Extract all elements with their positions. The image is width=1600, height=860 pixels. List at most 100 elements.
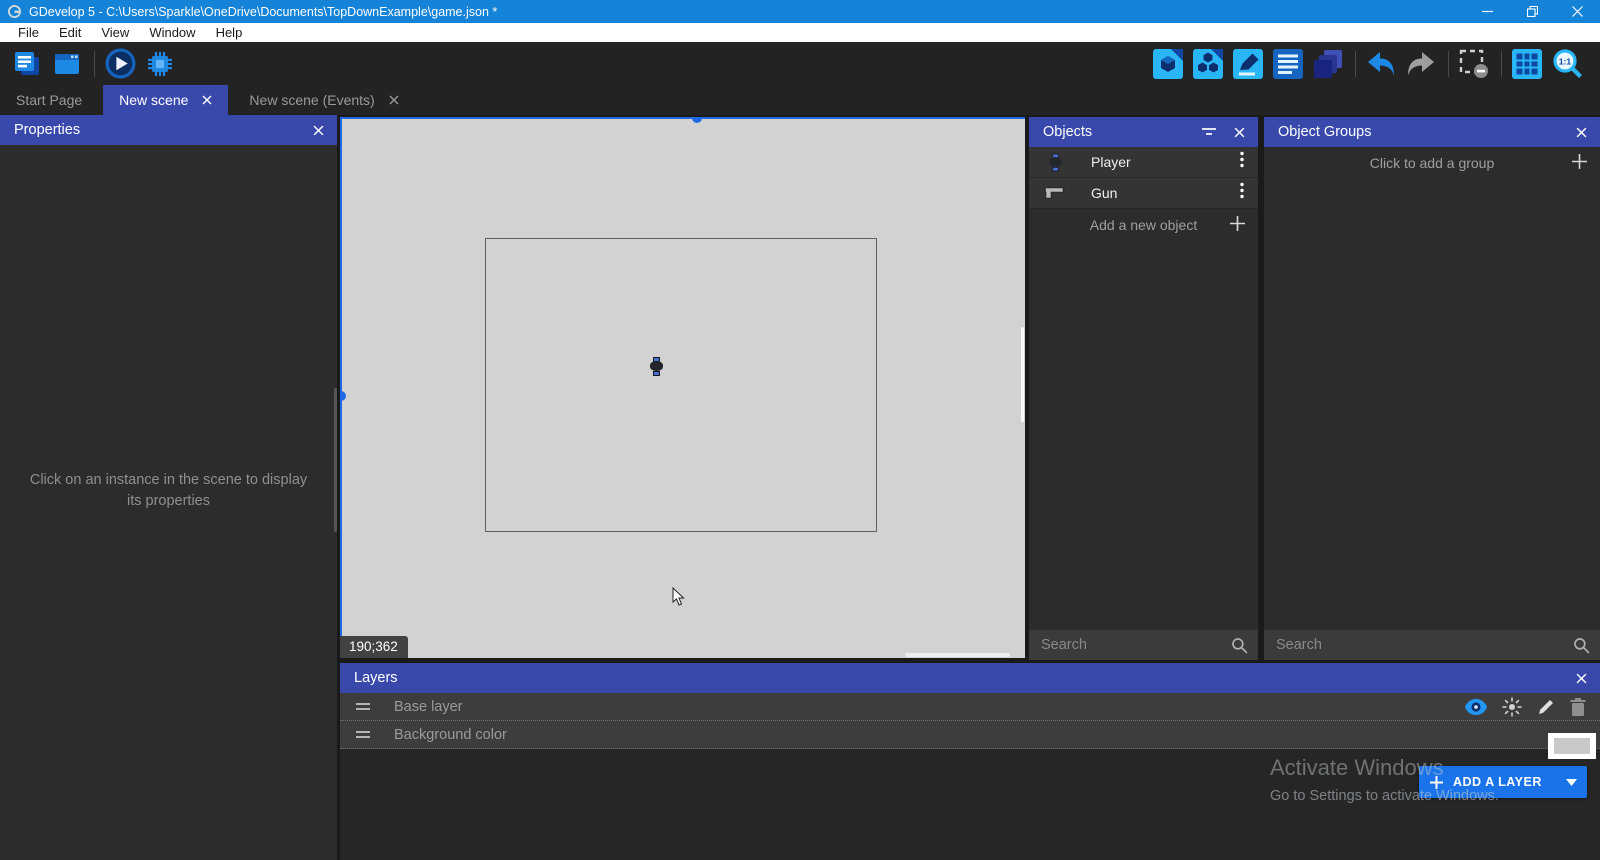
layer-name: Background color: [394, 727, 507, 743]
plus-icon: [1572, 154, 1587, 172]
tab-new-scene-events[interactable]: New scene (Events): [233, 85, 414, 115]
properties-empty-message: Click on an instance in the scene to dis…: [0, 470, 337, 512]
plus-icon: [1230, 216, 1245, 234]
edit-scene-icon[interactable]: [1231, 47, 1265, 81]
menu-file[interactable]: File: [8, 23, 49, 42]
layer-row-background-color[interactable]: Background color: [340, 721, 1600, 749]
menu-view[interactable]: View: [91, 23, 139, 42]
properties-scrollbar[interactable]: [334, 388, 337, 532]
drag-handle-icon[interactable]: [354, 700, 372, 713]
object-menu-icon[interactable]: [1234, 181, 1250, 206]
toolbar-separator: [1355, 51, 1356, 77]
add-layer-button[interactable]: ADD A LAYER: [1419, 766, 1587, 798]
canvas-vertical-scrollbar[interactable]: [1021, 327, 1024, 422]
gdevelop-window: { "window": { "title": "GDevelop 5 - C:\…: [0, 0, 1600, 860]
objects-header: Objects: [1029, 117, 1258, 147]
effects-icon[interactable]: [1502, 697, 1522, 717]
groups-search-input[interactable]: [1264, 637, 1573, 653]
player-sprite-part: [650, 361, 663, 371]
groups-search-bar: [1264, 630, 1600, 660]
scene-rectangle-outline: [485, 238, 877, 532]
layer-row-base[interactable]: Base layer: [340, 693, 1600, 721]
objects-title: Objects: [1043, 124, 1092, 140]
tab-start-page[interactable]: Start Page: [0, 85, 98, 115]
toolbar: 1:1: [0, 42, 1600, 85]
objects-search-input[interactable]: [1029, 637, 1231, 653]
close-button[interactable]: [1555, 0, 1600, 23]
tab-new-scene[interactable]: New scene: [103, 85, 228, 115]
object-groups-header: Object Groups: [1264, 117, 1600, 147]
menu-edit[interactable]: Edit: [49, 23, 91, 42]
player-instance[interactable]: [650, 357, 663, 376]
game-border-handle-left[interactable]: [340, 391, 346, 401]
game-border-handle-top[interactable]: [692, 117, 702, 123]
preview-play-icon[interactable]: [103, 47, 137, 81]
background-color-swatch[interactable]: [1548, 733, 1596, 759]
close-icon[interactable]: [1576, 127, 1587, 138]
toolbar-separator: [94, 51, 95, 77]
restore-button[interactable]: [1510, 0, 1555, 23]
game-window-border-left: [340, 117, 342, 658]
game-window-border-top: [340, 117, 1025, 119]
deselect-icon[interactable]: [1457, 47, 1491, 81]
instances-list-icon[interactable]: [1271, 47, 1305, 81]
object-row-player[interactable]: Player: [1029, 147, 1258, 178]
search-icon: [1573, 637, 1590, 654]
edit-pencil-icon[interactable]: [1537, 698, 1555, 716]
object-name: Gun: [1091, 185, 1117, 201]
layers-title: Layers: [354, 670, 398, 686]
filter-icon[interactable]: [1202, 127, 1216, 137]
object-row-gun[interactable]: Gun: [1029, 178, 1258, 209]
gdevelop-logo-icon: [7, 5, 21, 19]
tab-label: New scene: [119, 92, 188, 108]
add-layer-label: ADD A LAYER: [1453, 775, 1542, 789]
close-icon[interactable]: [313, 125, 324, 136]
menubar: File Edit View Window Help: [0, 23, 1600, 42]
search-icon: [1231, 637, 1248, 654]
delete-trash-icon[interactable]: [1570, 698, 1586, 716]
layers-header: Layers: [340, 663, 1600, 693]
add-object-row[interactable]: Add a new object: [1029, 209, 1258, 240]
tab-label: New scene (Events): [249, 92, 374, 108]
swatch-color: [1554, 738, 1590, 754]
layers-panel: Layers Base layer Background colo: [340, 663, 1600, 860]
properties-header: Properties: [0, 115, 337, 145]
minimize-button[interactable]: [1465, 0, 1510, 23]
layers-editor-icon[interactable]: [1311, 47, 1345, 81]
project-manager-icon[interactable]: [10, 47, 44, 81]
properties-title: Properties: [14, 122, 80, 138]
drag-handle-icon[interactable]: [354, 728, 372, 741]
menu-window[interactable]: Window: [139, 23, 205, 42]
player-thumbnail-icon: [1043, 153, 1067, 172]
start-page-window-icon[interactable]: [50, 47, 84, 81]
canvas-horizontal-scrollbar[interactable]: [905, 653, 1010, 657]
object-groups-title: Object Groups: [1278, 124, 1372, 140]
grid-icon[interactable]: [1510, 47, 1544, 81]
objects-search-bar: [1029, 630, 1258, 660]
debug-icon[interactable]: [143, 47, 177, 81]
add-group-row[interactable]: Click to add a group: [1264, 147, 1600, 178]
properties-panel: Properties Click on an instance in the s…: [0, 115, 337, 860]
visibility-eye-icon[interactable]: [1465, 699, 1487, 715]
redo-icon[interactable]: [1404, 47, 1438, 81]
tab-label: Start Page: [16, 92, 82, 108]
window-title: GDevelop 5 - C:\Users\Sparkle\OneDrive\D…: [29, 5, 497, 19]
close-icon[interactable]: [1576, 673, 1587, 684]
menu-help[interactable]: Help: [206, 23, 253, 42]
undo-icon[interactable]: [1364, 47, 1398, 81]
zoom-1-1-icon[interactable]: 1:1: [1550, 47, 1584, 81]
object-menu-icon[interactable]: [1234, 150, 1250, 175]
tab-close-icon[interactable]: [389, 95, 399, 105]
toolbar-separator: [1448, 51, 1449, 77]
objects-editor-icon[interactable]: [1151, 47, 1185, 81]
scene-canvas[interactable]: 190;362: [340, 117, 1025, 658]
caret-down-icon[interactable]: [1558, 779, 1577, 786]
close-icon[interactable]: [1234, 127, 1245, 138]
tabbar: Start Page New scene New scene (Events): [0, 85, 1600, 115]
object-groups-panel: Object Groups Click to add a group: [1264, 117, 1600, 660]
gun-thumbnail-icon: [1043, 186, 1067, 200]
object-name: Player: [1091, 154, 1131, 170]
tab-close-icon[interactable]: [202, 95, 212, 105]
player-sprite-part: [653, 371, 660, 376]
object-instances-icon[interactable]: [1191, 47, 1225, 81]
